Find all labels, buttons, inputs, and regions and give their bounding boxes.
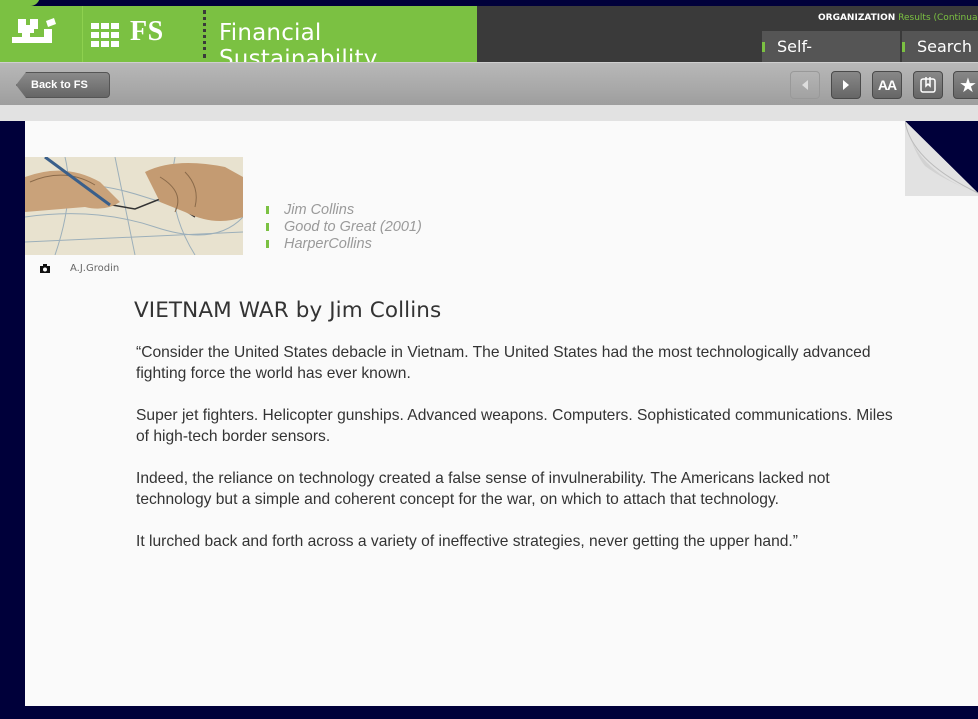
prev-arrow-icon — [802, 80, 808, 90]
bottom-strip — [0, 706, 978, 719]
article-title: VIETNAM WAR by Jim Collins — [134, 298, 442, 323]
font-size-icon: AA — [877, 77, 897, 93]
font-size-button[interactable]: AA — [872, 71, 902, 99]
article-body: “Consider the United States debacle in V… — [136, 342, 896, 573]
back-button[interactable]: Back to FS — [16, 72, 110, 98]
page-curl-icon — [905, 121, 978, 196]
favorite-button[interactable]: ★ — [953, 71, 978, 99]
next-arrow-icon — [843, 80, 849, 90]
star-icon: ★ — [959, 74, 977, 97]
photo-credit-text: A.J.Grodin — [70, 263, 120, 274]
article-paragraph: “Consider the United States debacle in V… — [136, 344, 871, 382]
article-paragraph: It lurched back and forth across a varie… — [136, 533, 798, 550]
organization-line: ORGANIZATION Results (Continua — [818, 13, 978, 23]
camera-icon — [40, 264, 50, 273]
article-paragraph: Indeed, the reliance on technology creat… — [136, 470, 830, 508]
prev-button[interactable] — [790, 71, 820, 99]
toolbar: Back to FS AA ★ — [0, 62, 978, 105]
tab-self-assessment[interactable]: Self-Assessment — [762, 31, 900, 88]
org-label: ORGANIZATION — [818, 13, 896, 23]
home-logo-button[interactable] — [0, 6, 82, 62]
module-short-name: FS — [130, 16, 164, 47]
building-logo-icon — [12, 18, 56, 43]
bookmark-button[interactable] — [913, 71, 943, 99]
content-band — [0, 105, 978, 121]
next-button[interactable] — [831, 71, 861, 99]
meta-publisher: HarperCollins — [266, 236, 422, 253]
module-banner: FS Financial Sustainability — [82, 6, 477, 72]
header-divider — [203, 10, 206, 58]
grid-icon[interactable] — [91, 23, 119, 47]
bookmark-icon — [920, 77, 936, 93]
meta-author: Jim Collins — [266, 202, 422, 219]
article-photo — [25, 157, 243, 255]
photo-credit: A.J.Grodin — [40, 263, 119, 274]
source-meta: Jim Collins Good to Great (2001) HarperC… — [266, 202, 422, 253]
org-results-link[interactable]: Results (Continua — [898, 13, 977, 23]
article-paragraph: Super jet fighters. Helicopter gunships.… — [136, 407, 893, 445]
meta-book: Good to Great (2001) — [266, 219, 422, 236]
tab-search[interactable]: Search — [902, 31, 978, 63]
